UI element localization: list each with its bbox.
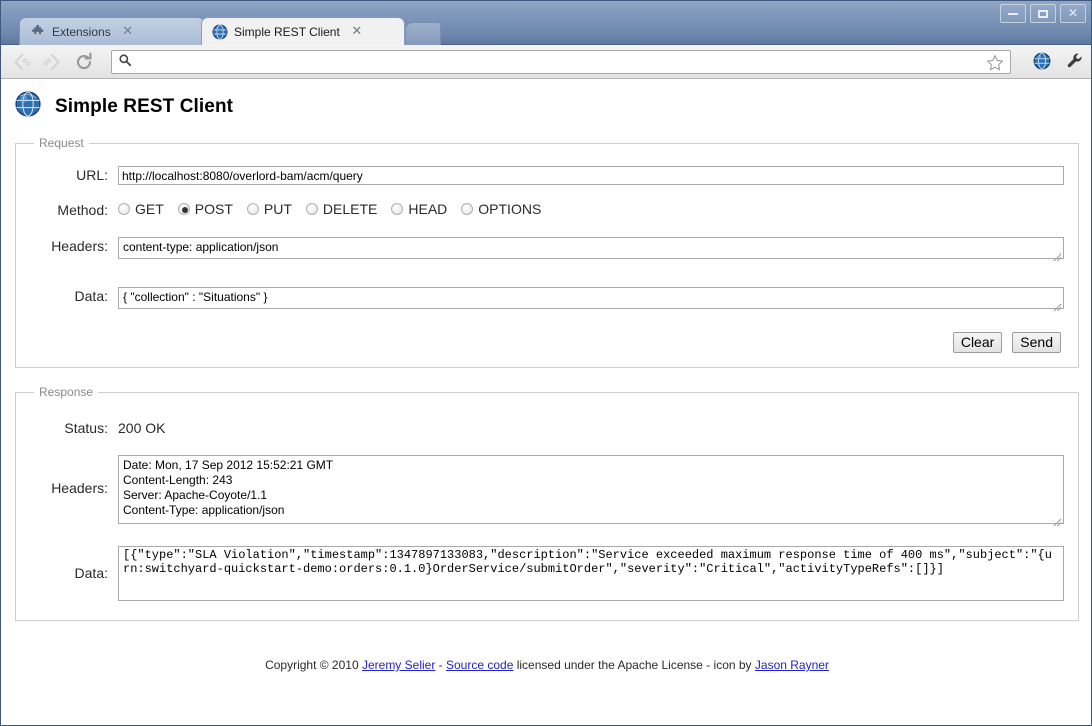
footer-copyright-text: Copyright © 2010: [265, 658, 362, 672]
tab-extensions[interactable]: Extensions ✕: [19, 17, 205, 45]
search-icon: [118, 53, 132, 72]
tab-close-button[interactable]: ✕: [350, 25, 364, 39]
wrench-icon[interactable]: [1065, 51, 1085, 76]
forward-button[interactable]: [37, 47, 67, 77]
status-row: Status: 200 OK: [30, 419, 1064, 438]
footer-icon-author-link[interactable]: Jason Rayner: [755, 658, 829, 672]
url-row: URL:: [30, 166, 1064, 185]
reload-icon: [76, 52, 92, 69]
method-option-put[interactable]: PUT: [246, 201, 292, 217]
request-data-textarea[interactable]: [118, 287, 1064, 309]
request-data-row: Data:: [30, 287, 1064, 314]
method-option-post[interactable]: POST: [177, 201, 233, 217]
page-title: Simple REST Client: [55, 95, 234, 117]
radio-icon[interactable]: [177, 203, 190, 215]
request-buttons: Clear Send: [30, 332, 1064, 353]
response-legend: Response: [39, 385, 94, 399]
send-button[interactable]: Send: [1012, 332, 1061, 353]
method-label-text: GET: [135, 201, 164, 217]
method-option-get[interactable]: GET: [118, 201, 164, 217]
new-tab-button[interactable]: [405, 22, 441, 45]
footer-license-text: licensed under the Apache License - icon…: [513, 658, 755, 672]
radio-icon[interactable]: [305, 203, 318, 215]
radio-icon[interactable]: [461, 203, 474, 215]
tab-simple-rest-client[interactable]: Simple REST Client ✕: [201, 17, 405, 45]
request-panel: Request URL: Method: GET: [15, 136, 1079, 368]
method-label-text: POST: [194, 201, 233, 217]
request-data-label: Data:: [74, 288, 108, 304]
tab-label: Simple REST Client: [234, 24, 340, 39]
url-label: URL:: [76, 167, 108, 183]
method-radio-group: GET POST PUT DELETE HEAD OPTIONS: [118, 201, 1064, 217]
footer-author-link[interactable]: Jeremy Selier: [362, 658, 435, 672]
tab-close-button[interactable]: ✕: [121, 25, 135, 39]
browser-toolbar: [1, 45, 1091, 79]
address-bar[interactable]: [111, 50, 1011, 74]
response-panel: Response Status: 200 OK Headers: Date: M…: [15, 385, 1079, 621]
response-headers-label: Headers:: [51, 480, 108, 496]
forward-arrow-icon: [43, 53, 60, 70]
method-option-delete[interactable]: DELETE: [305, 201, 378, 217]
method-label-text: PUT: [263, 201, 292, 217]
request-headers-label: Headers:: [51, 238, 108, 254]
request-headers-row: Headers:: [30, 237, 1064, 264]
request-legend: Request: [39, 136, 84, 150]
method-option-head[interactable]: HEAD: [391, 201, 447, 217]
request-headers-textarea[interactable]: [118, 237, 1064, 259]
back-button[interactable]: [7, 47, 37, 77]
back-arrow-icon: [14, 53, 31, 70]
tab-label: Extensions: [52, 24, 111, 39]
footer: Copyright © 2010 Jeremy Selier - Source …: [1, 658, 1091, 672]
response-headers-textarea[interactable]: [118, 455, 1064, 524]
page-content: Simple REST Client Request URL: Method: …: [1, 79, 1091, 725]
response-data-row: Data:: [30, 546, 1064, 606]
toolbar-right-icons: [1033, 51, 1085, 76]
response-data-label: Data:: [74, 565, 108, 581]
method-label-text: HEAD: [408, 201, 448, 217]
footer-separator: -: [435, 658, 446, 672]
footer-source-code-link[interactable]: Source code: [446, 658, 513, 672]
status-label: Status:: [64, 420, 108, 436]
minimize-icon: [1008, 12, 1018, 15]
method-row: Method: GET POST PUT DELETE HEAD OPTIONS: [30, 201, 1064, 220]
status-value: 200 OK: [118, 420, 166, 436]
globe-icon: [212, 24, 228, 40]
browser-window: ✕ Extensions ✕ Simple REST Client ✕ Simp…: [0, 0, 1092, 726]
globe-extension-icon[interactable]: [1033, 52, 1051, 75]
method-label-text: DELETE: [322, 201, 378, 217]
tab-strip: Extensions ✕ Simple REST Client ✕: [1, 17, 1091, 45]
response-headers-row: Headers:: [30, 455, 1064, 529]
clear-button[interactable]: Clear: [952, 332, 1003, 353]
app-globe-icon: [15, 91, 41, 122]
reload-button[interactable]: [69, 47, 99, 77]
radio-icon[interactable]: [246, 203, 259, 215]
address-bar-input[interactable]: [138, 52, 1010, 72]
response-data-textarea[interactable]: [118, 546, 1064, 601]
method-label-text: OPTIONS: [478, 201, 542, 217]
page-header: Simple REST Client: [1, 79, 1091, 122]
puzzle-piece-icon: [30, 24, 46, 40]
method-option-options[interactable]: OPTIONS: [461, 201, 541, 217]
method-label: Method:: [57, 202, 108, 218]
radio-icon[interactable]: [391, 203, 404, 215]
radio-icon[interactable]: [118, 203, 130, 215]
star-icon[interactable]: [986, 54, 1004, 77]
url-input[interactable]: [118, 166, 1064, 185]
